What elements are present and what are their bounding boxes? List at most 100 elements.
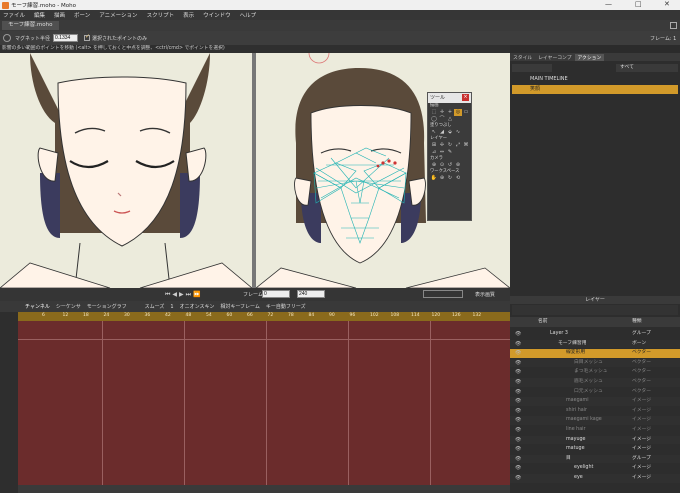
visibility-eye-icon[interactable]: 👁 <box>515 445 521 454</box>
layer-row[interactable]: 👁 line hair イメージ <box>510 426 680 435</box>
camera-pan-icon[interactable]: ⊛ <box>454 162 462 169</box>
layer-row[interactable]: 👁 mayuge イメージ <box>510 435 680 445</box>
quality-menu[interactable]: 表示画質 <box>475 291 495 298</box>
tools-palette[interactable]: ツール × 描画 ⬚ ✛ + ◎ ▭ ◯ ⌒ △ 塗りつぶし ↖ ◢ ⬙ ∿ レイヤー ⊞ ✢ ↻ ⤢ ⌘ ⊿ ⇔… <box>427 92 472 221</box>
onion-skin-button[interactable]: オニオンスキン <box>180 303 215 310</box>
tab-channels[interactable]: チャンネル <box>25 303 50 310</box>
oval-icon[interactable]: ◯ <box>430 116 438 123</box>
add-point-icon[interactable]: + <box>446 109 454 116</box>
visibility-eye-icon[interactable]: 👁 <box>515 349 521 358</box>
transform-points-icon[interactable]: ✛ <box>438 109 446 116</box>
visibility-eye-icon[interactable]: 👁 <box>515 407 521 416</box>
select-shape-icon[interactable]: ↖ <box>430 129 438 136</box>
layer-row[interactable]: 👁 maegami イメージ <box>510 397 680 406</box>
visibility-eye-icon[interactable]: 👁 <box>515 455 521 464</box>
maximize-button[interactable]: □ <box>635 0 642 8</box>
visibility-eye-icon[interactable]: 👁 <box>515 416 521 425</box>
visibility-eye-icon[interactable]: 👁 <box>515 378 521 387</box>
tab-style[interactable]: スタイル <box>510 54 535 61</box>
layer-warp-icon[interactable]: ⌘ <box>462 142 470 149</box>
layer-scale-icon[interactable]: ⤢ <box>454 142 462 149</box>
selected-only-checkbox[interactable] <box>84 33 90 41</box>
visibility-eye-icon[interactable]: 👁 <box>515 368 521 377</box>
camera-roll-icon[interactable]: ↺ <box>446 162 454 169</box>
layer-row[interactable]: 👁 線変形用 ベクター <box>510 349 680 358</box>
actions-filter[interactable]: すべて <box>616 64 678 72</box>
panel-toggle-icon[interactable] <box>670 22 677 29</box>
layer-row[interactable]: 👁 まつ毛メッシュ ベクター <box>510 368 680 377</box>
menu-bone[interactable]: ボーン <box>74 11 90 19</box>
shape-icon[interactable]: △ <box>446 116 454 123</box>
zoom-icon[interactable]: ⊕ <box>438 175 446 182</box>
menu-animation[interactable]: アニメーション <box>99 11 137 19</box>
relative-keyframe-checkbox[interactable]: 相対キーフレーム <box>220 303 260 310</box>
layer-row[interactable]: 👁 eyelight イメージ <box>510 464 680 473</box>
close-button[interactable]: ✕ <box>664 0 670 8</box>
line-width-icon[interactable]: ∿ <box>454 129 462 136</box>
layer-pen-icon[interactable]: ✎ <box>446 149 454 156</box>
layer-row[interactable]: 👁 白目メッシュ ベクター <box>510 358 680 368</box>
layer-row[interactable]: 👁 眉毛メッシュ ベクター <box>510 378 680 387</box>
layer-row[interactable]: 👁 eye イメージ <box>510 474 680 483</box>
layer-row[interactable]: 👁 matuge イメージ <box>510 445 680 454</box>
menu-draw[interactable]: 描画 <box>54 11 65 19</box>
visibility-eye-icon[interactable]: 👁 <box>515 340 521 349</box>
visibility-eye-icon[interactable]: 👁 <box>515 474 521 483</box>
layer-rotate-icon[interactable]: ↻ <box>446 142 454 149</box>
visibility-eye-icon[interactable]: 👁 <box>515 464 521 473</box>
visibility-eye-icon[interactable]: 👁 <box>515 359 521 368</box>
layer-row[interactable]: 👁 モーフ練習用 ボーン <box>510 339 680 349</box>
visibility-eye-icon[interactable]: 👁 <box>515 426 521 435</box>
layer-row[interactable]: 👁 Layer 3 グループ <box>510 330 680 339</box>
smooth-menu[interactable]: スムーズ <box>145 303 165 310</box>
smooth-value[interactable]: 1 <box>170 304 173 310</box>
layer-row[interactable]: 👁 口元メッシュ ベクター <box>510 388 680 397</box>
tab-motion-graph[interactable]: モーショングラフ <box>87 303 127 310</box>
tab-sequencer[interactable]: シーケンサ <box>56 303 81 310</box>
timeline-scrollbar[interactable] <box>18 485 510 493</box>
auto-freeze-checkbox[interactable]: キー自動フリーズ <box>266 303 306 310</box>
action-main-timeline[interactable]: MAIN TIMELINE <box>512 75 678 84</box>
visibility-eye-icon[interactable]: 👁 <box>515 330 521 339</box>
menu-file[interactable]: ファイル <box>3 11 25 19</box>
menu-window[interactable]: ウインドウ <box>203 11 231 19</box>
paint-bucket-icon[interactable]: ⬙ <box>446 129 454 136</box>
layer-row[interactable]: 👁 maegami kage イメージ <box>510 416 680 425</box>
playback-buttons-icon[interactable]: ⏮◀▶⏭⏩ <box>165 291 203 299</box>
menu-view[interactable]: 表示 <box>183 11 194 19</box>
tools-palette-close-button[interactable]: × <box>462 94 469 101</box>
layer-row[interactable]: 👁 shiri hair イメージ <box>510 407 680 416</box>
actions-search[interactable] <box>512 64 552 72</box>
view-mode-buttons[interactable] <box>423 290 463 298</box>
visibility-eye-icon[interactable]: 👁 <box>515 436 521 445</box>
menu-edit[interactable]: 編集 <box>34 11 45 19</box>
orbit-icon[interactable]: ⟲ <box>454 175 462 182</box>
curvature-icon[interactable]: ◎ <box>454 109 462 116</box>
end-frame-input[interactable] <box>297 290 325 298</box>
tab-actions[interactable]: アクション <box>574 53 605 61</box>
timeline-tracks[interactable] <box>18 321 510 485</box>
layer-transform-icon[interactable]: ⊞ <box>430 142 438 149</box>
hand-icon[interactable]: ✋ <box>430 175 438 182</box>
layer-flip-icon[interactable]: ⇔ <box>438 149 446 156</box>
minimize-button[interactable]: — <box>605 0 612 8</box>
timeline-ruler[interactable]: 6 12 18 24 30 36 42 48 54 60 66 72 78 84 90 96 102 108 114… <box>18 312 510 321</box>
freehand-icon[interactable]: ⌒ <box>438 116 446 123</box>
magnet-radius-input[interactable] <box>53 34 79 42</box>
viewport-left[interactable] <box>0 53 252 288</box>
camera-track-icon[interactable]: ⊕ <box>430 162 438 169</box>
rectangle-icon[interactable]: ▭ <box>462 109 470 116</box>
layer-shear-icon[interactable]: ⊿ <box>430 149 438 156</box>
visibility-eye-icon[interactable]: 👁 <box>515 397 521 406</box>
menu-script[interactable]: スクリプト <box>147 11 175 19</box>
frame-input[interactable] <box>262 290 290 298</box>
layer-translate-icon[interactable]: ✢ <box>438 142 446 149</box>
layer-row[interactable]: 👁 目 グループ <box>510 454 680 464</box>
select-points-icon[interactable]: ⬚ <box>430 109 438 116</box>
camera-zoom-icon[interactable]: ⊙ <box>438 162 446 169</box>
visibility-eye-icon[interactable]: 👁 <box>515 388 521 397</box>
tab-layer-comps[interactable]: レイヤーコンプ <box>535 54 574 61</box>
create-shape-icon[interactable]: ◢ <box>438 129 446 136</box>
document-tab[interactable]: モーフ練習.moho <box>2 21 59 30</box>
rotate-view-icon[interactable]: ↻ <box>446 175 454 182</box>
